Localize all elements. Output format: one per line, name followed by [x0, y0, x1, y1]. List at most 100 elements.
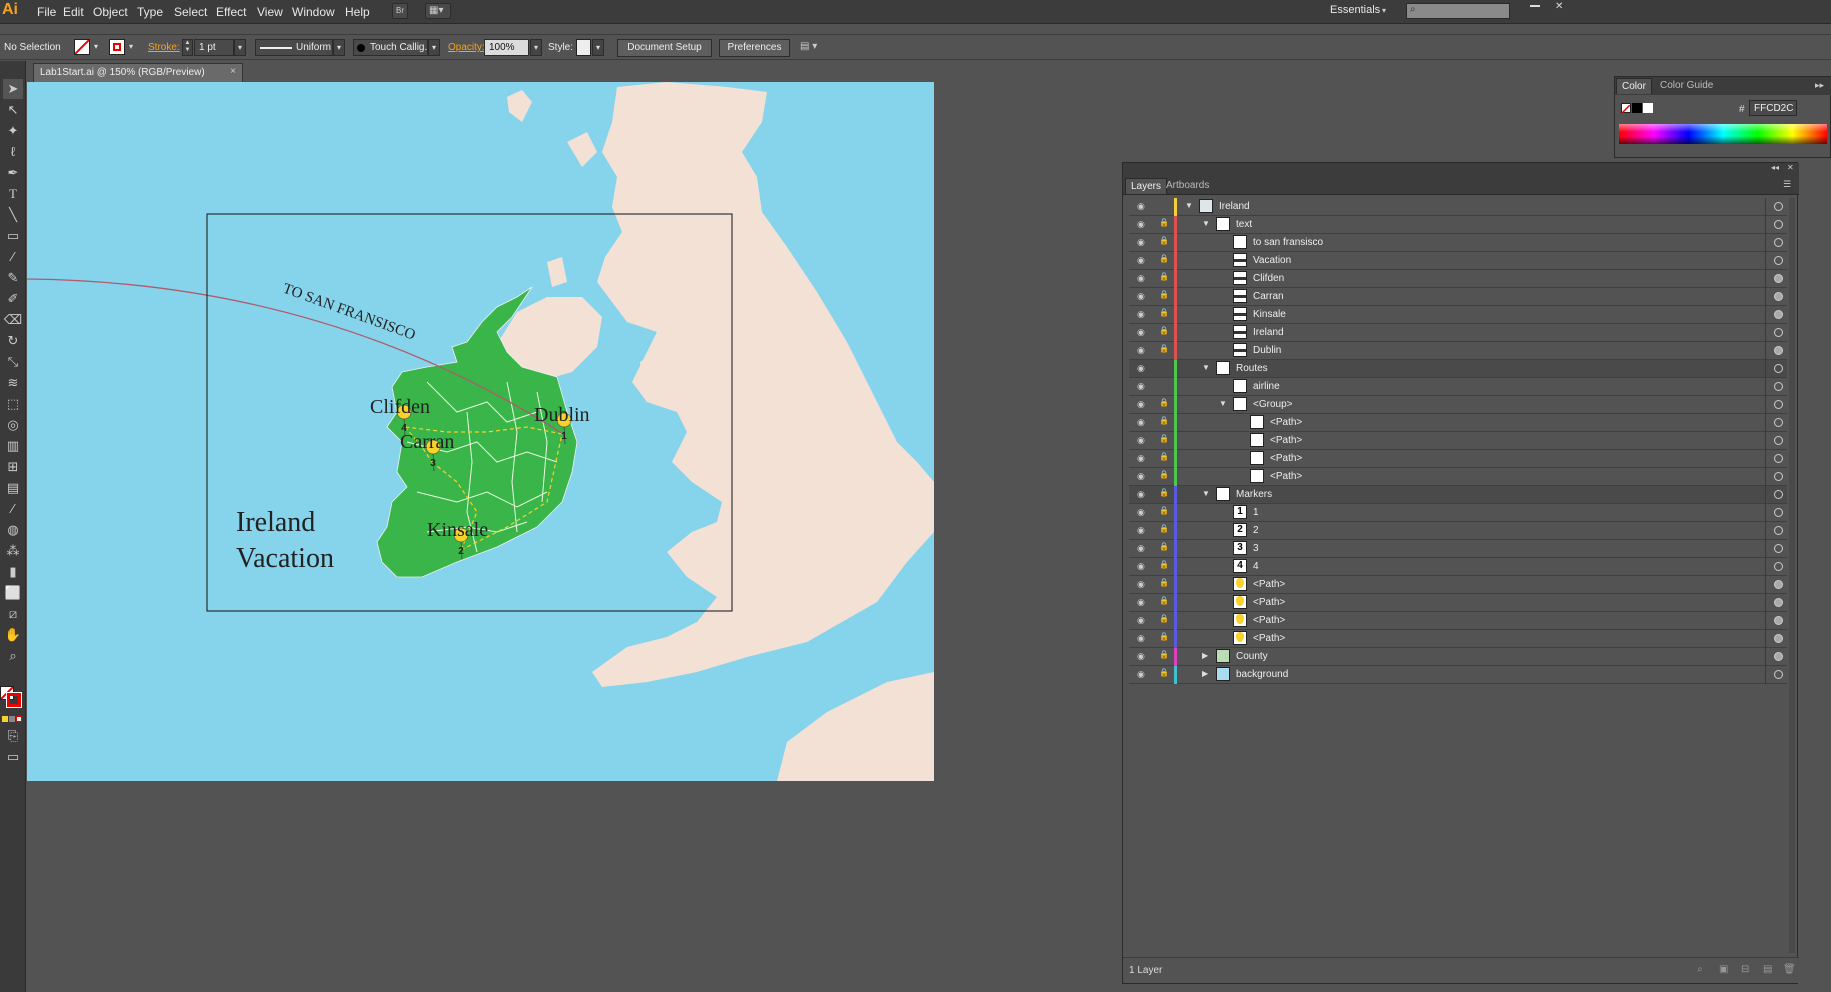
target-circle-icon[interactable] [1774, 454, 1783, 463]
disclosure-open-icon[interactable]: ▼ [1202, 489, 1212, 501]
shape-builder-tool-icon[interactable]: ◎ [3, 415, 23, 435]
artboard[interactable]: 1 4 3 2 TO SAN FRANSISCO Clifden Carran … [27, 82, 934, 781]
collapse-icon[interactable]: ◂◂ [1771, 163, 1779, 172]
layer-name[interactable]: Markers [1236, 489, 1272, 500]
layer-name[interactable]: Clifden [1253, 273, 1284, 284]
rectangle-tool-icon[interactable]: ▭ [3, 226, 23, 246]
layer-name[interactable]: airline [1253, 381, 1280, 392]
layer-row[interactable]: ◉ 🔒 to san fransisco [1129, 234, 1787, 252]
lock-icon[interactable]: 🔒 [1159, 596, 1169, 608]
clipping-mask-icon[interactable]: ▣ [1719, 964, 1731, 976]
menu-file[interactable]: File [37, 5, 56, 19]
layer-row[interactable]: ◉ 🔒 ▼ <Group> [1129, 396, 1787, 414]
visibility-eye-icon[interactable]: ◉ [1137, 237, 1151, 249]
lock-icon[interactable]: 🔒 [1159, 506, 1169, 518]
menu-view[interactable]: View [257, 5, 283, 19]
new-layer-icon[interactable]: ▤ [1763, 964, 1775, 976]
visibility-eye-icon[interactable]: ◉ [1137, 435, 1151, 447]
target-circle-icon[interactable] [1774, 562, 1783, 571]
layer-name[interactable]: Vacation [1253, 255, 1291, 266]
layer-name[interactable]: Kinsale [1253, 309, 1286, 320]
lock-icon[interactable]: 🔒 [1159, 218, 1169, 230]
visibility-eye-icon[interactable]: ◉ [1137, 651, 1151, 663]
menu-type[interactable]: Type [137, 5, 163, 19]
layer-row[interactable]: ◉ 🔒 <Path> [1129, 432, 1787, 450]
target-circle-icon[interactable] [1774, 202, 1783, 211]
lock-icon[interactable]: 🔒 [1159, 236, 1169, 248]
layer-row[interactable]: ◉ 🔒 <Path> [1129, 594, 1787, 612]
lock-icon[interactable] [1159, 200, 1169, 212]
disclosure-open-icon[interactable]: ▼ [1202, 219, 1212, 231]
stroke-dropdown[interactable]: ▾ [125, 39, 137, 56]
tab-artboards[interactable]: Artboards [1161, 178, 1214, 193]
target-circle-icon[interactable] [1774, 382, 1783, 391]
target-circle-icon[interactable] [1774, 544, 1783, 553]
target-circle-icon[interactable] [1774, 652, 1783, 661]
visibility-eye-icon[interactable]: ◉ [1137, 399, 1151, 411]
layer-name[interactable]: Dublin [1253, 345, 1281, 356]
stroke-label[interactable]: Stroke: [148, 42, 180, 53]
layer-name[interactable]: Ireland [1219, 201, 1250, 212]
layer-row[interactable]: ◉ 🔒 Kinsale [1129, 306, 1787, 324]
gradient-mode-icon[interactable] [9, 716, 15, 722]
visibility-eye-icon[interactable]: ◉ [1137, 597, 1151, 609]
layer-name[interactable]: 1 [1253, 507, 1259, 518]
visibility-eye-icon[interactable]: ◉ [1137, 507, 1151, 519]
layer-name[interactable]: <Path> [1253, 597, 1285, 608]
visibility-eye-icon[interactable]: ◉ [1137, 579, 1151, 591]
lock-icon[interactable]: 🔒 [1159, 272, 1169, 284]
layer-name[interactable]: Carran [1253, 291, 1284, 302]
visibility-eye-icon[interactable]: ◉ [1137, 201, 1151, 213]
layer-row[interactable]: ◉ 🔒 <Path> [1129, 468, 1787, 486]
zoom-tool-icon[interactable]: ⌕ [3, 646, 23, 666]
menu-effect[interactable]: Effect [216, 5, 246, 19]
target-circle-icon[interactable] [1774, 526, 1783, 535]
graphic-style-swatch[interactable] [576, 39, 591, 56]
layer-name[interactable]: background [1236, 669, 1288, 680]
target-circle-icon[interactable] [1774, 292, 1783, 301]
target-circle-icon[interactable] [1774, 364, 1783, 373]
target-circle-icon[interactable] [1774, 328, 1783, 337]
gradient-tool-icon[interactable]: ▤ [3, 478, 23, 498]
preferences-button[interactable]: Preferences [719, 39, 790, 57]
visibility-eye-icon[interactable]: ◉ [1137, 309, 1151, 321]
free-transform-tool-icon[interactable]: ⬚ [3, 394, 23, 414]
draw-mode-icon[interactable]: ⎘ [3, 726, 23, 746]
paintbrush-tool-icon[interactable]: ∕ [3, 247, 23, 267]
line-tool-icon[interactable]: ╲ [3, 205, 23, 225]
layer-row[interactable]: ◉ 🔒 Carran [1129, 288, 1787, 306]
opacity-field[interactable]: 100% [484, 39, 529, 56]
brush-definition[interactable]: Touch Callig... [353, 39, 433, 56]
stroke-swatch[interactable] [109, 39, 125, 55]
white-swatch[interactable] [1643, 103, 1653, 113]
stroke-weight-field[interactable]: 1 pt [194, 39, 234, 56]
target-circle-icon[interactable] [1774, 580, 1783, 589]
target-circle-icon[interactable] [1774, 634, 1783, 643]
layer-row[interactable]: ◉ 🔒 ▶ background [1129, 666, 1787, 684]
color-spectrum[interactable] [1619, 124, 1827, 144]
visibility-eye-icon[interactable]: ◉ [1137, 327, 1151, 339]
pen-tool-icon[interactable]: ✒ [3, 163, 23, 183]
opacity-label[interactable]: Opacity: [448, 42, 485, 53]
layer-row[interactable]: ◉ 🔒 1 1 [1129, 504, 1787, 522]
layer-name[interactable]: <Group> [1253, 399, 1292, 410]
menu-edit[interactable]: Edit [63, 5, 84, 19]
stroke-weight-dropdown[interactable]: ▾ [234, 39, 246, 56]
target-circle-icon[interactable] [1774, 310, 1783, 319]
layer-row[interactable]: ◉ 🔒 <Path> [1129, 414, 1787, 432]
layer-row[interactable]: ◉ 🔒 <Path> [1129, 576, 1787, 594]
lock-icon[interactable]: 🔒 [1159, 524, 1169, 536]
arrange-documents-button[interactable]: ▦▾ [425, 3, 451, 19]
arrange-icon[interactable]: ▤ ▾ [800, 41, 817, 52]
stroke-stepper[interactable]: ▲ ▼ [182, 39, 193, 56]
lock-icon[interactable]: 🔒 [1159, 326, 1169, 338]
brush-dropdown[interactable]: ▾ [428, 39, 440, 56]
target-circle-icon[interactable] [1774, 238, 1783, 247]
eyedropper-tool-icon[interactable]: ⁄ [3, 499, 23, 519]
target-circle-icon[interactable] [1774, 400, 1783, 409]
pencil-tool-icon[interactable]: ✎ [3, 268, 23, 288]
layer-row[interactable]: ◉ 🔒 <Path> [1129, 630, 1787, 648]
scale-tool-icon[interactable]: ⤡ [3, 352, 23, 372]
minimize-button[interactable] [1530, 5, 1540, 7]
panel-menu-icon[interactable]: ▸▸ [1815, 80, 1824, 91]
